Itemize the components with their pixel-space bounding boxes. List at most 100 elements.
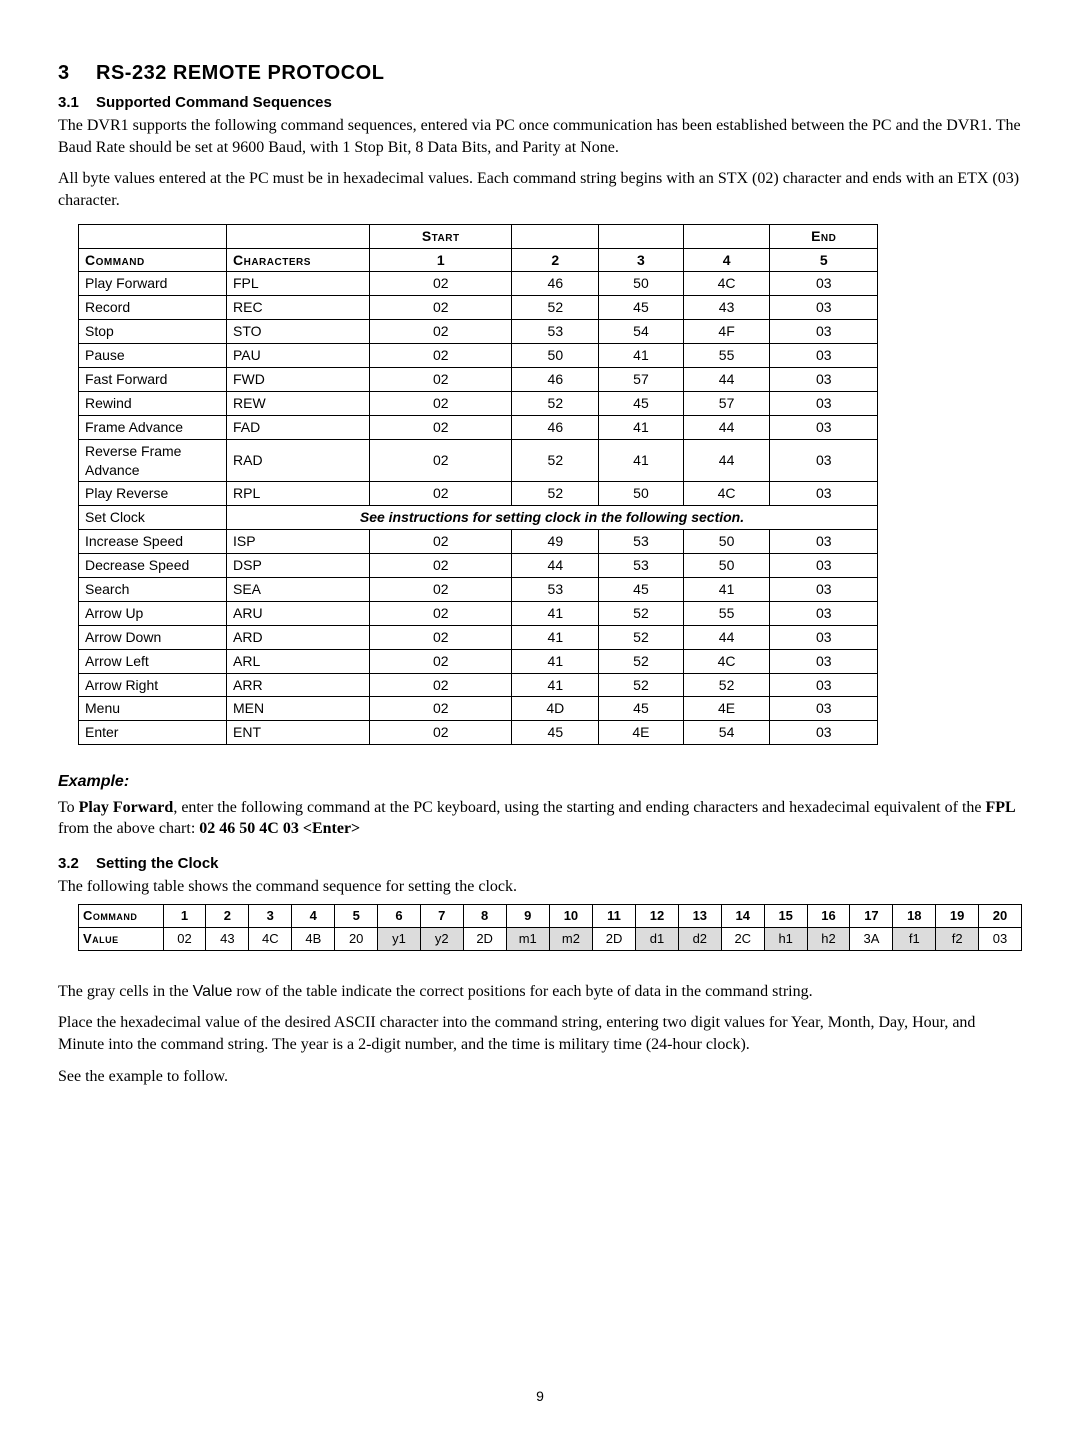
clock-col-header: 8 [463,904,506,927]
heading-title: RS-232 REMOTE PROTOCOL [96,62,384,84]
cell-byte: 03 [770,721,878,745]
intro-paragraph-1: The DVR1 supports the following command … [58,115,1022,158]
table-row: Arrow DownARD0241524403 [79,625,878,649]
cell-characters: FWD [227,367,370,391]
cell-byte: 03 [770,649,878,673]
table-row: Fast ForwardFWD0246574403 [79,367,878,391]
cell-byte: 53 [512,577,599,601]
clock-col-header: 10 [549,904,592,927]
hdr-characters: Characters [227,248,370,272]
clock-col-header: 7 [420,904,463,927]
cell-byte: 02 [370,673,512,697]
clock-value-cell: 20 [335,927,378,950]
clock-value-cell: h1 [764,927,807,950]
cell-byte: 03 [770,673,878,697]
cell-byte: 4C [683,482,770,506]
cell-byte: 02 [370,320,512,344]
clock-col-header: 5 [335,904,378,927]
cell-byte: 03 [770,272,878,296]
cell-byte: 02 [370,415,512,439]
cell-byte: 52 [599,649,684,673]
cell-byte: 45 [599,391,684,415]
heading-number: 3 [58,60,96,87]
cell-byte: 41 [683,577,770,601]
intro-paragraph-2: All byte values entered at the PC must b… [58,168,1022,211]
cell-byte: 41 [599,439,684,482]
clock-value-cell: 2D [593,927,636,950]
cell-byte: 03 [770,391,878,415]
cell-byte: 02 [370,530,512,554]
cell-byte: 02 [370,577,512,601]
cell-byte: 02 [370,272,512,296]
clock-value-cell: d2 [678,927,721,950]
cell-command: Decrease Speed [79,554,227,578]
cell-command: Arrow Up [79,601,227,625]
cell-byte: 03 [770,296,878,320]
table-row: MenuMEN024D454E03 [79,697,878,721]
clock-value-cell: 2D [463,927,506,950]
hdr-1: 1 [370,248,512,272]
cell-command: Increase Speed [79,530,227,554]
cell-byte: 02 [370,721,512,745]
cell-byte: 03 [770,482,878,506]
heading-section: 3RS-232 REMOTE PROTOCOL [58,60,1022,87]
table-row: Arrow UpARU0241525503 [79,601,878,625]
cell-command: Frame Advance [79,415,227,439]
cell-command: Search [79,577,227,601]
clock-intro: The following table shows the command se… [58,876,1022,898]
cell-command: Arrow Right [79,673,227,697]
clock-col-header: 11 [593,904,636,927]
table-row: EnterENT02454E5403 [79,721,878,745]
cell-command: Record [79,296,227,320]
see-example: See the example to follow. [58,1066,1022,1088]
clock-value-cell: 02 [163,927,206,950]
cell-byte: 03 [770,367,878,391]
clock-value-cell: y1 [378,927,421,950]
cell-byte: 03 [770,530,878,554]
clock-col-header: 18 [893,904,936,927]
cell-byte: 02 [370,554,512,578]
cell-characters: PAU [227,344,370,368]
cell-characters: ARD [227,625,370,649]
col-end: End [770,224,878,248]
cell-byte: 41 [512,649,599,673]
clock-col-header: 1 [163,904,206,927]
clock-value-cell: h2 [807,927,850,950]
cell-byte: 03 [770,577,878,601]
cell-command: Reverse Frame Advance [79,439,227,482]
cell-byte: 44 [683,439,770,482]
clock-value-cell: m1 [506,927,549,950]
clock-row1-label: Command [79,904,164,927]
clock-col-header: 4 [292,904,335,927]
cell-byte: 50 [683,530,770,554]
cell-characters: ISP [227,530,370,554]
clock-value-cell: f2 [936,927,979,950]
table-row: RewindREW0252455703 [79,391,878,415]
cell-byte: 50 [683,554,770,578]
clock-value-cell: 43 [206,927,249,950]
cell-characters: DSP [227,554,370,578]
clock-value-cell: 4B [292,927,335,950]
cell-byte: 03 [770,554,878,578]
gray-note: The gray cells in the Value row of the t… [58,981,1022,1003]
cell-byte: 49 [512,530,599,554]
cell-byte: 53 [599,554,684,578]
col-start: Start [370,224,512,248]
cell-byte: 44 [683,367,770,391]
subheading-title: Supported Command Sequences [96,94,332,111]
cell-byte: 4E [599,721,684,745]
clock-value-cell: 2C [721,927,764,950]
table-row: Arrow RightARR0241525203 [79,673,878,697]
cell-characters: ARL [227,649,370,673]
clock-value-cell: 4C [249,927,292,950]
cell-byte: 43 [683,296,770,320]
table-row: Set ClockSee instructions for setting cl… [79,506,878,530]
cell-characters: ARU [227,601,370,625]
cell-byte: 52 [683,673,770,697]
cell-byte: 52 [512,391,599,415]
cell-byte: 44 [512,554,599,578]
cell-command: Arrow Left [79,649,227,673]
subheading-3-1: 3.1Supported Command Sequences [58,93,1022,113]
clock-col-header: 14 [721,904,764,927]
cell-byte: 52 [512,439,599,482]
